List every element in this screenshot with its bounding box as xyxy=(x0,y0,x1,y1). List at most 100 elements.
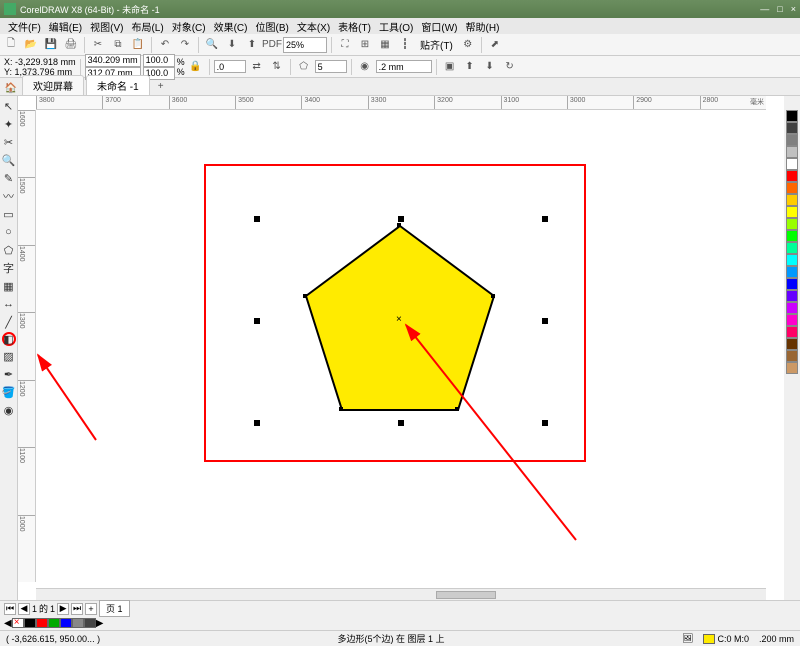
eyedropper-tool[interactable]: ✒ xyxy=(1,366,17,382)
table-tool[interactable]: ▦ xyxy=(1,278,17,294)
search-button[interactable]: 🔍 xyxy=(203,36,221,54)
wrap-button[interactable]: ▣ xyxy=(441,58,459,76)
polygon-tool[interactable]: ⬠ xyxy=(1,242,17,258)
front-button[interactable]: ⬆ xyxy=(461,58,479,76)
menu-window[interactable]: 窗口(W) xyxy=(417,19,461,34)
pick-tool[interactable]: ↖ xyxy=(1,98,17,114)
copy-button[interactable]: ⧉ xyxy=(109,36,127,54)
menu-table[interactable]: 表格(T) xyxy=(334,19,375,34)
export-button[interactable]: ⬆ xyxy=(243,36,261,54)
menu-layout[interactable]: 布局(L) xyxy=(127,19,167,34)
new-button[interactable]: 🗋 xyxy=(2,36,20,54)
guides-button[interactable]: ┇ xyxy=(396,36,414,54)
menu-tools[interactable]: 工具(O) xyxy=(375,19,417,34)
polygon-icon[interactable]: ⬠ xyxy=(295,58,313,76)
scrollbar-thumb[interactable] xyxy=(436,591,496,599)
rulers-button[interactable]: ⊞ xyxy=(356,36,374,54)
page-current: 1 xyxy=(32,604,37,614)
dropshadow-tool[interactable]: ◧ xyxy=(2,332,16,346)
maximize-icon[interactable]: □ xyxy=(777,4,782,14)
paste-button[interactable]: 📋 xyxy=(129,36,147,54)
tab-welcome[interactable]: 欢迎屏幕 xyxy=(22,75,84,95)
bitmap-icon[interactable]: 🖼 xyxy=(682,633,693,644)
status-outline: .200 mm xyxy=(759,634,794,644)
menu-bitmap[interactable]: 位图(B) xyxy=(251,19,292,34)
mirror-v-icon[interactable]: ⇅ xyxy=(268,58,286,76)
freehand-tool[interactable]: ✎ xyxy=(1,170,17,186)
doc-color-swatch[interactable] xyxy=(48,618,60,628)
no-color-swatch[interactable]: × xyxy=(12,618,24,628)
connector-tool[interactable]: ╱ xyxy=(1,314,17,330)
transparency-tool[interactable]: ▨ xyxy=(1,348,17,364)
horizontal-ruler[interactable]: 3800 3700 3600 3500 3400 3300 3200 3100 … xyxy=(36,96,766,110)
ellipse-tool[interactable]: ○ xyxy=(1,224,17,240)
launch-button[interactable]: ⬈ xyxy=(486,36,504,54)
pdf-button[interactable]: PDF xyxy=(263,36,281,54)
shape-tool[interactable]: ✦ xyxy=(1,116,17,132)
back-button[interactable]: ⬇ xyxy=(481,58,499,76)
page-of-label: 的 xyxy=(39,602,48,615)
vertical-ruler[interactable]: 1600 1500 1400 1300 1200 1100 1000 xyxy=(18,110,36,582)
open-button[interactable]: 📂 xyxy=(22,36,40,54)
doc-color-swatch[interactable] xyxy=(24,618,36,628)
menu-object[interactable]: 对象(C) xyxy=(168,19,210,34)
snap-dropdown[interactable]: 贴齐(T) xyxy=(416,37,457,52)
artistic-tool[interactable]: 〰 xyxy=(1,188,17,204)
next-page-button[interactable]: ▶ xyxy=(57,603,69,615)
save-button[interactable]: 💾 xyxy=(42,36,60,54)
fill-tool[interactable]: 🪣 xyxy=(1,384,17,400)
first-page-button[interactable]: ⏮ xyxy=(4,603,16,615)
zoom-tool[interactable]: 🔍 xyxy=(1,152,17,168)
options-button[interactable]: ⚙ xyxy=(459,36,477,54)
menu-file[interactable]: 文件(F) xyxy=(4,19,45,34)
outline-tool[interactable]: ◉ xyxy=(1,402,17,418)
menubar: 文件(F) 编辑(E) 视图(V) 布局(L) 对象(C) 效果(C) 位图(B… xyxy=(0,18,800,34)
convert-curves-button[interactable]: ↻ xyxy=(501,58,519,76)
lock-ratio-icon[interactable]: 🔒 xyxy=(187,58,205,76)
prev-page-button[interactable]: ◀ xyxy=(18,603,30,615)
rectangle-tool[interactable]: ▭ xyxy=(1,206,17,222)
add-page-button[interactable]: + xyxy=(85,603,97,615)
crop-tool[interactable]: ✂ xyxy=(1,134,17,150)
text-tool[interactable]: 字 xyxy=(1,260,17,276)
page-tab[interactable]: 页 1 xyxy=(99,600,130,617)
cut-button[interactable]: ✂ xyxy=(89,36,107,54)
width-field[interactable] xyxy=(85,54,141,67)
doc-color-swatch[interactable] xyxy=(72,618,84,628)
print-button[interactable]: 🖨 xyxy=(62,36,80,54)
status-coords: ( -3,626.615, 950.00... ) xyxy=(6,634,100,644)
import-button[interactable]: ⬇ xyxy=(223,36,241,54)
drawing-canvas[interactable] xyxy=(36,110,766,582)
redo-button[interactable]: ↷ xyxy=(176,36,194,54)
sides-field[interactable] xyxy=(315,60,347,73)
doc-color-swatch[interactable] xyxy=(60,618,72,628)
home-icon[interactable]: 🏠 xyxy=(4,81,18,95)
menu-view[interactable]: 视图(V) xyxy=(86,19,127,34)
menu-effects[interactable]: 效果(C) xyxy=(210,19,252,34)
horizontal-scrollbar[interactable] xyxy=(36,588,766,600)
grid-button[interactable]: ▦ xyxy=(376,36,394,54)
mirror-h-icon[interactable]: ⇄ xyxy=(248,58,266,76)
menu-help[interactable]: 帮助(H) xyxy=(462,19,504,34)
width-pct-field[interactable] xyxy=(143,54,175,67)
dimension-tool[interactable]: ↔ xyxy=(1,296,17,312)
doc-color-swatch[interactable] xyxy=(36,618,48,628)
fill-swatch-icon[interactable] xyxy=(703,634,715,644)
rotation-field[interactable] xyxy=(214,60,246,73)
palette-right-icon[interactable]: ▶ xyxy=(96,618,104,629)
new-tab-button[interactable]: + xyxy=(152,77,170,95)
tab-document[interactable]: 未命名 -1 xyxy=(86,75,150,95)
last-page-button[interactable]: ⏭ xyxy=(71,603,83,615)
undo-button[interactable]: ↶ xyxy=(156,36,174,54)
fullscreen-button[interactable]: ⛶ xyxy=(336,36,354,54)
outline-width-field[interactable] xyxy=(376,60,432,73)
palette-left-icon[interactable]: ◀ xyxy=(4,618,12,629)
close-icon[interactable]: × xyxy=(791,4,796,14)
menu-edit[interactable]: 编辑(E) xyxy=(45,19,86,34)
separator xyxy=(84,37,85,53)
doc-color-swatch[interactable] xyxy=(84,618,96,628)
zoom-field[interactable] xyxy=(283,37,327,53)
outline-icon[interactable]: ◉ xyxy=(356,58,374,76)
menu-text[interactable]: 文本(X) xyxy=(293,19,334,34)
minimize-icon[interactable]: — xyxy=(760,4,769,14)
